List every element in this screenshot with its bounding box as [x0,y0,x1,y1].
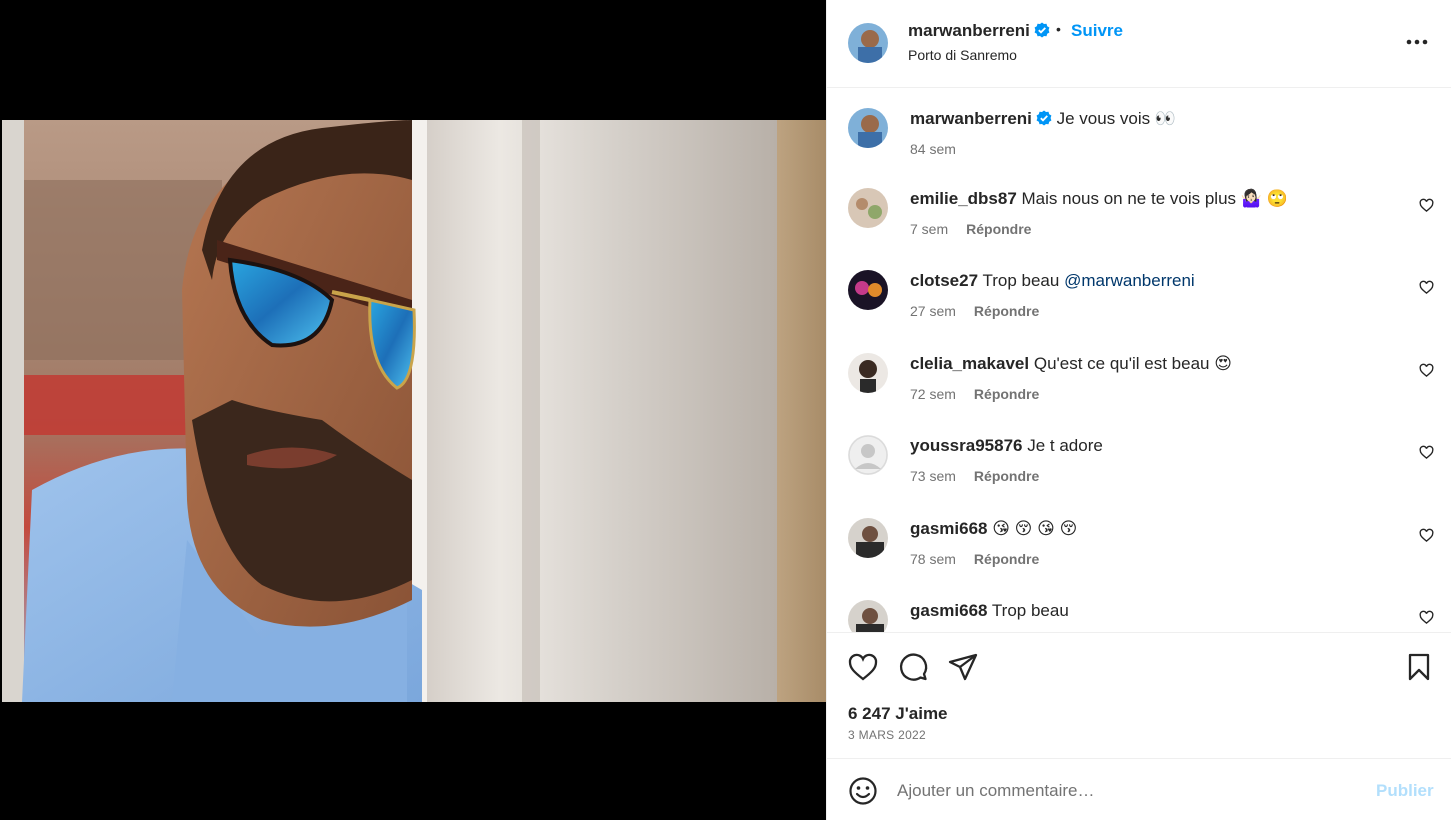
like-comment-heart-icon[interactable] [1419,445,1434,460]
comment-text: Trop beau [982,271,1065,290]
comment-time[interactable]: 72 sem [910,386,956,402]
comment-time[interactable]: 78 sem [910,551,956,567]
comment-item: clelia_makavel Qu'est ce qu'il est beau … [827,353,1451,433]
comment-username[interactable]: youssra95876 [910,436,1022,455]
caption-username[interactable]: marwanberreni [910,109,1032,128]
comment-mention-link[interactable]: @marwanberreni [1064,271,1195,290]
post-media [0,0,826,820]
comment-username[interactable]: clelia_makavel [910,354,1029,373]
reply-button[interactable]: Répondre [974,303,1039,319]
comment-text: Mais nous on ne te vois plus 🤷🏻‍♀️ 🙄 [1021,189,1288,208]
share-send-icon[interactable] [947,651,979,683]
comment-input[interactable] [897,777,1357,805]
comment-item: clotse27 Trop beau @marwanberreni 27 sem… [827,270,1451,350]
reply-button[interactable]: Répondre [974,551,1039,567]
commenter-avatar[interactable] [848,600,888,632]
like-comment-heart-icon[interactable] [1419,363,1434,378]
like-comment-heart-icon[interactable] [1419,528,1434,543]
comment-username[interactable]: emilie_dbs87 [910,189,1017,208]
emoji-picker-icon[interactable] [847,775,879,807]
publish-button[interactable]: Publier [1376,781,1434,801]
comment-username[interactable]: gasmi668 [910,601,988,620]
like-heart-icon[interactable] [847,651,879,683]
commenter-avatar[interactable] [848,518,888,558]
post-header: marwanberreni • Suivre Porto di Sanremo [827,0,1451,88]
post-side-panel: marwanberreni • Suivre Porto di Sanremo … [826,0,1451,820]
post-actions-bar: 6 247 J'aime 3 MARS 2022 [827,632,1451,758]
follow-button[interactable]: Suivre [1071,21,1123,41]
comment-time[interactable]: 7 sem [910,221,948,237]
more-options-icon[interactable] [1403,32,1431,52]
verified-badge-icon [1034,22,1050,38]
caption-line: marwanberreni Je vous vois 👀 [910,108,1176,130]
comment-text: Je t adore [1027,436,1103,455]
post-date[interactable]: 3 MARS 2022 [848,728,926,742]
comment-item: gasmi668 😘 😚 😘 😚 78 sem Répondre [827,518,1451,598]
post-photo[interactable] [2,120,826,702]
commenter-avatar-default[interactable] [848,435,888,475]
commenter-avatar[interactable] [848,270,888,310]
save-bookmark-icon[interactable] [1403,651,1435,683]
photo-image [2,120,826,702]
comment-time[interactable]: 73 sem [910,468,956,484]
reply-button[interactable]: Répondre [974,386,1039,402]
comment-item: youssra95876 Je t adore 73 sem Répondre [827,435,1451,515]
caption-timestamp[interactable]: 84 sem [910,141,956,157]
comments-list[interactable]: marwanberreni Je vous vois 👀 84 sem emil… [827,89,1451,632]
reply-button[interactable]: Répondre [974,468,1039,484]
commenter-avatar[interactable] [848,353,888,393]
author-username[interactable]: marwanberreni [908,21,1050,41]
like-comment-heart-icon[interactable] [1419,198,1434,213]
reply-button[interactable]: Répondre [966,221,1031,237]
comment-username[interactable]: clotse27 [910,271,978,290]
comment-text: Trop beau [991,601,1069,620]
verified-badge-icon [1036,110,1052,126]
likes-count[interactable]: 6 247 J'aime [848,704,948,724]
comment-bubble-icon[interactable] [897,651,929,683]
author-avatar[interactable] [848,23,888,63]
comment-item: emilie_dbs87 Mais nous on ne te vois plu… [827,188,1451,268]
caption-text: Je vous vois 👀 [1056,109,1177,128]
like-comment-heart-icon[interactable] [1419,280,1434,295]
author-avatar[interactable] [848,108,888,148]
comment-item: gasmi668 Trop beau [827,600,1451,632]
comment-text: Qu'est ce qu'il est beau 😍 [1033,354,1232,373]
commenter-avatar[interactable] [848,188,888,228]
comment-time[interactable]: 27 sem [910,303,956,319]
post-location[interactable]: Porto di Sanremo [908,47,1017,63]
comment-username[interactable]: gasmi668 [910,519,988,538]
caption-time: 84 sem [910,141,956,157]
comment-text: 😘 😚 😘 😚 [992,519,1078,538]
like-comment-heart-icon[interactable] [1419,610,1434,625]
separator-dot: • [1056,21,1061,37]
add-comment-bar: Publier [827,758,1451,820]
caption-item: marwanberreni Je vous vois 👀 84 sem [827,108,1451,188]
